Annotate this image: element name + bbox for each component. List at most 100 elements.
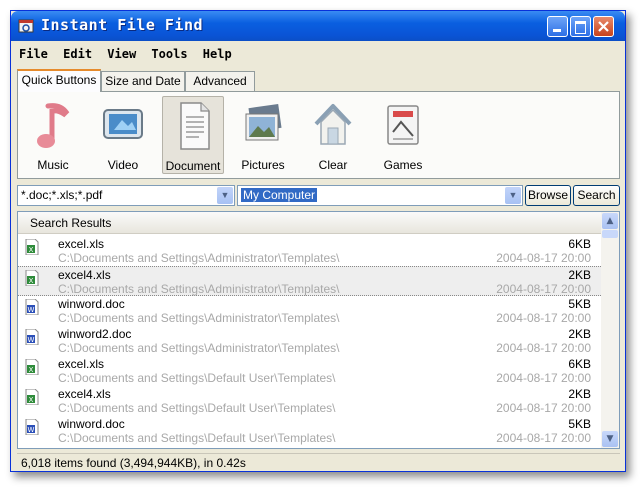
music-button[interactable]: Music — [22, 96, 84, 174]
file-name: excel4.xls — [58, 387, 111, 401]
file-path: C:\Documents and Settings\Administrator\… — [58, 311, 340, 325]
title-bar[interactable]: Instant File Find — [11, 11, 625, 41]
word-file-icon: W — [25, 299, 39, 315]
menu-help[interactable]: Help — [199, 45, 236, 63]
search-button[interactable]: Search — [573, 185, 620, 206]
svg-text:X: X — [29, 366, 34, 374]
menu-view[interactable]: View — [103, 45, 140, 63]
menu-edit[interactable]: Edit — [59, 45, 96, 63]
close-button[interactable] — [593, 16, 614, 37]
minimize-icon — [553, 29, 561, 32]
maximize-button[interactable] — [570, 16, 591, 37]
table-row[interactable]: Xexcel.xls 6KB C:\Documents and Settings\D… — [18, 356, 601, 386]
video-icon — [103, 109, 143, 139]
word-file-icon: W — [25, 329, 39, 345]
file-date: 2004-08-17 20:00 — [496, 401, 591, 415]
games-icon — [387, 105, 419, 145]
file-path: C:\Documents and Settings\Default User\T… — [58, 371, 336, 385]
browse-button[interactable]: Browse — [525, 185, 571, 206]
file-size: 5KB — [568, 417, 591, 431]
status-bar: 6,018 items found (3,494,944KB), in 0.42… — [17, 453, 620, 471]
tab-advanced[interactable]: Advanced — [185, 71, 255, 91]
file-name: excel.xls — [58, 357, 105, 371]
file-size: 2KB — [568, 387, 591, 401]
table-row[interactable]: Xexcel4.xls 2KB C:\Documents and Settings\… — [18, 386, 601, 416]
menu-file[interactable]: File — [15, 45, 52, 63]
pictures-button[interactable]: Pictures — [232, 96, 294, 174]
excel-file-icon: X — [25, 239, 39, 255]
file-size: 2KB — [568, 268, 591, 282]
word-file-icon: W — [25, 419, 39, 435]
maximize-icon — [575, 21, 586, 34]
location-value: My Computer — [241, 188, 318, 202]
file-path: C:\Documents and Settings\Administrator\… — [58, 251, 340, 265]
file-size: 2KB — [568, 327, 591, 341]
search-row: *.doc;*.xls;*.pdf ▼ My Computer ▼ Browse… — [17, 185, 620, 207]
games-button[interactable]: Games — [372, 96, 434, 174]
svg-text:W: W — [28, 336, 35, 344]
clear-button[interactable]: Clear — [302, 96, 364, 174]
video-label: Video — [107, 158, 139, 172]
video-button[interactable]: Video — [92, 96, 154, 174]
file-date: 2004-08-17 20:00 — [496, 431, 591, 445]
quick-buttons-panel: Music Video Document Pictures Clear Game… — [17, 91, 620, 179]
file-name: winword.doc — [58, 417, 125, 431]
music-label: Music — [37, 158, 69, 172]
pictures-label: Pictures — [241, 158, 285, 172]
file-date: 2004-08-17 20:00 — [496, 282, 591, 296]
app-window: Instant File Find File Edit View Tools H… — [10, 10, 626, 472]
close-icon — [598, 21, 609, 32]
file-path: C:\Documents and Settings\Administrator\… — [58, 282, 340, 296]
scroll-down-icon[interactable]: ▼ — [602, 431, 618, 447]
chevron-down-icon[interactable]: ▼ — [217, 187, 233, 204]
document-button[interactable]: Document — [162, 96, 224, 174]
file-size: 6KB — [568, 357, 591, 371]
table-row[interactable]: Xexcel.xls 6KB C:\Documents and Settings\A… — [18, 236, 601, 266]
minimize-button[interactable] — [547, 16, 568, 37]
file-date: 2004-08-17 20:00 — [496, 251, 591, 265]
file-pattern-combo[interactable]: *.doc;*.xls;*.pdf ▼ — [17, 185, 235, 206]
table-row[interactable]: Wwinword2.doc 2KB C:\Documents and Setting… — [18, 326, 601, 356]
svg-text:X: X — [29, 277, 34, 285]
file-pattern-value: *.doc;*.xls;*.pdf — [21, 188, 103, 202]
table-row[interactable]: Xexcel4.xls 2KB C:\Documents and Settings\… — [18, 266, 601, 296]
scroll-thumb[interactable] — [602, 230, 618, 238]
excel-file-icon: X — [25, 389, 39, 405]
file-size: 5KB — [568, 297, 591, 311]
tab-size-and-date[interactable]: Size and Date — [101, 71, 185, 91]
menu-tools[interactable]: Tools — [147, 45, 191, 63]
house-icon — [314, 104, 352, 145]
window-title: Instant File Find — [41, 16, 204, 34]
svg-text:X: X — [29, 396, 34, 404]
music-note-icon — [37, 103, 70, 148]
file-date: 2004-08-17 20:00 — [496, 371, 591, 385]
file-path: C:\Documents and Settings\Default User\T… — [58, 401, 336, 415]
document-label: Document — [165, 159, 221, 173]
table-row[interactable]: Wwinword.doc 5KB C:\Documents and Settings… — [18, 296, 601, 326]
pictures-icon — [245, 104, 282, 141]
svg-text:X: X — [29, 246, 34, 254]
excel-file-icon: X — [25, 359, 39, 375]
file-name: winword.doc — [58, 297, 125, 311]
file-date: 2004-08-17 20:00 — [496, 311, 591, 325]
scroll-up-icon[interactable]: ▲ — [602, 213, 618, 229]
document-icon — [180, 102, 210, 150]
results-header[interactable]: Search Results — [18, 212, 601, 234]
app-icon — [18, 19, 34, 33]
excel-file-icon: X — [25, 270, 39, 286]
file-path: C:\Documents and Settings\Administrator\… — [58, 341, 340, 355]
file-name: excel4.xls — [58, 268, 111, 282]
svg-text:W: W — [28, 426, 35, 434]
tab-quick-buttons[interactable]: Quick Buttons — [17, 69, 101, 92]
location-combo[interactable]: My Computer ▼ — [237, 185, 523, 206]
menu-bar: File Edit View Tools Help — [15, 45, 621, 65]
table-row[interactable]: Wwinword.doc 5KB C:\Documents and Settings… — [18, 416, 601, 446]
file-path: C:\Documents and Settings\Default User\T… — [58, 431, 336, 445]
file-size: 6KB — [568, 237, 591, 251]
games-label: Games — [383, 158, 423, 172]
file-date: 2004-08-17 20:00 — [496, 341, 591, 355]
vertical-scrollbar[interactable]: ▲ ▼ — [601, 212, 619, 448]
svg-text:W: W — [28, 306, 35, 314]
chevron-down-icon[interactable]: ▼ — [505, 187, 521, 204]
search-results-list: Search Results Xexcel.xls 6KB C:\Documents… — [17, 211, 620, 449]
